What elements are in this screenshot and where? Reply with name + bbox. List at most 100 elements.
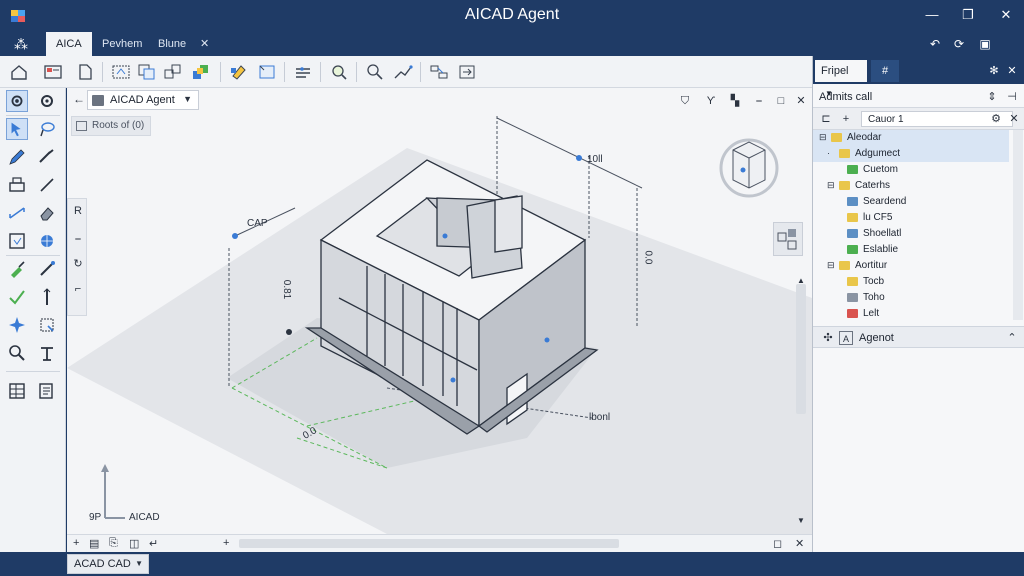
tab-close-icon[interactable]: ✕ [200,32,209,56]
lasso-icon[interactable] [36,118,58,140]
resize-icon[interactable] [36,314,58,336]
add-icon[interactable]: + [839,112,853,126]
maximize-button[interactable]: ❐ [956,4,980,26]
tree-twisty-icon[interactable] [835,212,845,224]
tab-pevhem[interactable]: Pevhem [92,32,152,56]
tree-twisty-icon[interactable] [835,276,845,288]
tree-item[interactable]: Cuetom [813,162,1009,178]
tree-item[interactable]: Shoellatl [813,226,1009,242]
color-block-icon[interactable] [190,62,212,82]
viewport-vertical-scrollbar[interactable]: ▲ ▼ [794,276,808,528]
tree-twisty-icon[interactable] [835,164,845,176]
agent-section-header[interactable]: ✣ A Agenot ⌃ [813,326,1024,348]
globe-icon[interactable] [36,230,58,252]
sheet-icon[interactable]: ⎘ [109,537,118,550]
add-layout-icon[interactable]: + [223,537,229,549]
brush-icon[interactable] [6,258,28,280]
tree-twisty-icon[interactable] [835,196,845,208]
mode-dropdown[interactable]: ACAD CAD ▼ [67,554,149,574]
clipboard-icon[interactable]: ▣ [976,36,994,52]
zoom-search-icon[interactable] [328,62,350,82]
print-icon[interactable] [6,174,28,196]
frame-select-icon[interactable]: ◫ [129,537,139,550]
frame-icon[interactable] [256,62,278,82]
clear-icon[interactable]: ✕ [1007,112,1021,126]
gear-icon[interactable] [36,90,58,112]
pencil-tag-icon[interactable] [228,62,250,82]
horizontal-scrollbar[interactable] [239,539,619,548]
table-icon[interactable] [6,380,28,402]
pan-tool-icon[interactable]: ⎯ [71,233,85,247]
pencil-icon[interactable] [6,146,28,168]
zoom-icon[interactable] [364,62,386,82]
tree-twisty-icon[interactable]: ⊟ [827,180,837,192]
settings-icon[interactable]: ⚙ [989,112,1003,126]
tree-item[interactable]: ⊟ Caterhs [813,178,1009,194]
dimension-icon[interactable] [6,202,28,224]
line-icon[interactable] [36,174,58,196]
orbit-tool-icon[interactable]: ↻ [71,257,85,271]
walk-tool-icon[interactable]: ⌐ [71,283,85,297]
tree-item[interactable]: · Adgumect [813,146,1009,162]
tree-item[interactable]: Lelt [813,306,1009,322]
scroll-down-icon[interactable]: ▼ [795,516,807,526]
tree-twisty-icon[interactable] [835,244,845,256]
return-icon[interactable]: ↵ [149,537,158,550]
undo-icon[interactable]: ↶ [926,36,944,52]
layers-icon[interactable] [292,62,314,82]
rotate-tool-icon[interactable]: R [71,205,85,219]
vertical-line-icon[interactable] [36,286,58,308]
chevron-up-icon[interactable]: ⌃ [1005,331,1019,345]
settings-icon[interactable]: ✻ [987,64,1001,78]
eraser-icon[interactable] [36,202,58,224]
align-icon[interactable] [428,62,450,82]
tree-item[interactable]: ⊟ Aortitur [813,258,1009,274]
home-icon[interactable] [8,62,30,82]
move-icon[interactable]: ✣ [821,331,835,345]
list-icon[interactable] [36,380,58,402]
tree-item[interactable]: Seardend [813,194,1009,210]
viewport-nav-widget[interactable] [773,222,803,256]
wand-icon[interactable] [36,258,58,280]
layout-icon[interactable] [42,62,64,82]
tab-blune[interactable]: Blune [148,32,196,56]
view-frame-icon[interactable] [6,230,28,252]
close-button[interactable]: ✕ [994,4,1018,26]
scroll-thumb[interactable] [796,284,806,414]
close-layout-icon[interactable]: ✕ [795,537,804,550]
filter-icon[interactable]: ⊏ [819,112,833,126]
tree-item[interactable]: ⊟ Aleodar [813,130,1009,146]
select-region-icon[interactable] [110,62,132,82]
pointer-icon[interactable] [6,118,28,140]
minimize-button[interactable]: — [920,4,944,26]
tab-aica[interactable]: AICA [46,32,92,56]
pin-icon[interactable]: ⊣ [1005,90,1019,104]
tree-twisty-icon[interactable] [835,292,845,304]
check-tool-icon[interactable] [6,286,28,308]
tree-twisty-icon[interactable] [835,308,845,320]
refresh-icon[interactable]: ⟳ [950,36,968,52]
expand-icon[interactable]: ⇕ [985,90,999,104]
tree-item[interactable]: Eslablie [813,242,1009,258]
tree-twisty-icon[interactable]: · [827,148,837,160]
settings-gear-icon[interactable] [6,90,28,112]
move-icon[interactable] [456,62,478,82]
save-icon[interactable]: ▤ [89,537,99,550]
tree-twisty-icon[interactable] [835,228,845,240]
tab-hash[interactable]: # [871,60,899,82]
tree-item[interactable]: Tocb [813,274,1009,290]
tree-item[interactable]: Toho [813,290,1009,306]
tab-fripel[interactable]: Fripel ▼ [815,60,867,98]
link-icon[interactable] [36,146,58,168]
text-icon[interactable] [36,342,58,364]
tree-twisty-icon[interactable]: ⊟ [819,132,829,144]
magnifier-icon[interactable] [6,342,28,364]
view-cube[interactable] [719,138,779,198]
snap-icon[interactable] [6,314,28,336]
copy-icon[interactable] [136,62,158,82]
grid-menu-icon[interactable]: ⁂ [12,36,30,52]
group-icon[interactable] [162,62,184,82]
fit-view-icon[interactable]: ◻ [773,537,782,550]
tree-twisty-icon[interactable]: ⊟ [827,260,837,272]
measure-icon[interactable] [392,62,414,82]
